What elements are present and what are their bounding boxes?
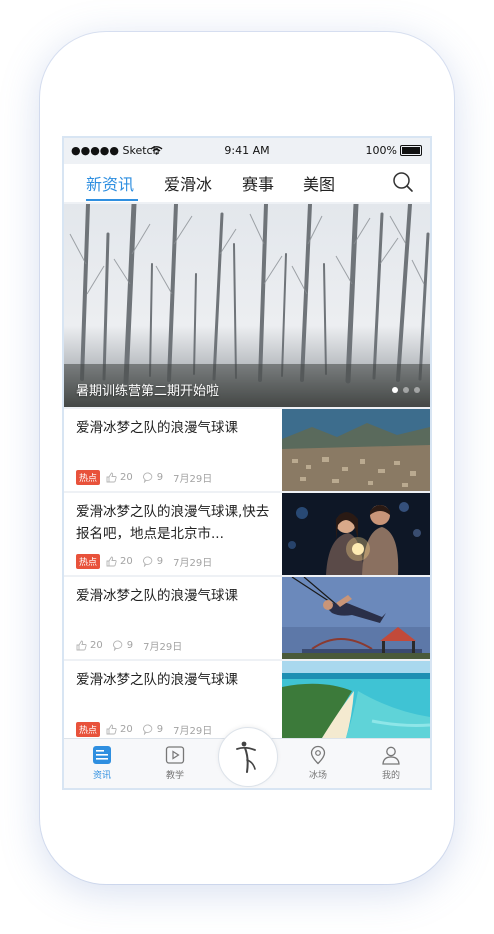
news-title: 爱滑冰梦之队的浪漫气球课	[76, 420, 238, 436]
carousel-dot[interactable]	[403, 387, 409, 393]
tabbar-label: 教学	[165, 771, 184, 781]
news-thumbnail[interactable]	[282, 493, 430, 575]
battery-status: 100%	[366, 144, 422, 157]
tabbar-label: 我的	[381, 771, 400, 781]
comment-icon[interactable]	[142, 724, 154, 735]
top-tabs: 新资讯 爱滑冰 赛事 美图	[64, 164, 430, 202]
bottom-tab-bar: 资讯 教学 冰场 我的	[64, 727, 430, 788]
news-meta: 热点 20 9 7月29日	[76, 469, 213, 485]
carousel-dot[interactable]	[414, 387, 420, 393]
news-item[interactable]: 爱滑冰梦之队的浪漫气球课,快去报名吧，地点是北京市... 热点 20 9 7月2…	[64, 493, 430, 575]
hot-badge: 热点	[76, 553, 101, 569]
skater-icon	[236, 741, 256, 773]
tab-events[interactable]: 赛事	[242, 171, 274, 195]
news-item[interactable]: 爱滑冰梦之队的浪漫气球课 热点 20 9 7月29日	[64, 409, 430, 491]
banner-carousel[interactable]: 暑期训练营第二期开始啦	[64, 204, 430, 407]
like-count: 20	[120, 471, 133, 483]
search-icon[interactable]	[392, 171, 414, 193]
news-icon	[93, 746, 111, 764]
comment-count: 9	[156, 723, 164, 735]
tabbar-item-rink[interactable]: 冰场	[293, 745, 343, 781]
tab-skating[interactable]: 爱滑冰	[164, 171, 212, 195]
frosted-forest-image	[64, 204, 430, 407]
banner-caption: 暑期训练营第二期开始啦	[76, 384, 220, 399]
skater-center-button[interactable]	[218, 727, 278, 787]
tabbar-item-teach[interactable]: 教学	[150, 745, 200, 781]
comment-count: 9	[126, 639, 134, 651]
news-item[interactable]: 爱滑冰梦之队的浪漫气球课 20 9 7月29日	[64, 577, 430, 659]
tabbar-label: 资讯	[92, 771, 111, 781]
hot-badge: 热点	[76, 721, 101, 737]
location-pin-icon	[310, 745, 326, 765]
app-screen: ●●●●● Sketch 9:41 AM 100% 新资讯 爱滑冰 赛事 美图	[64, 138, 430, 788]
news-thumbnail[interactable]	[282, 577, 430, 659]
user-icon	[382, 746, 400, 765]
news-title: 爱滑冰梦之队的浪漫气球课,快去报名吧，地点是北京市...	[76, 504, 270, 542]
tab-gallery[interactable]: 美图	[303, 171, 335, 195]
news-date: 7月29日	[143, 641, 183, 653]
news-meta: 热点 20 9 7月29日	[76, 721, 213, 737]
comment-icon[interactable]	[142, 556, 154, 567]
hot-badge: 热点	[76, 469, 101, 485]
comment-count: 9	[156, 471, 164, 483]
like-count: 20	[90, 639, 103, 651]
battery-icon	[400, 145, 422, 156]
news-date: 7月29日	[173, 557, 213, 569]
like-count: 20	[120, 723, 133, 735]
like-count: 20	[120, 555, 133, 567]
status-bar: ●●●●● Sketch 9:41 AM 100%	[64, 138, 430, 164]
news-meta: 热点 20 9 7月29日	[76, 553, 213, 569]
carousel-dots[interactable]	[392, 387, 420, 393]
news-date: 7月29日	[173, 473, 213, 485]
news-date: 7月29日	[173, 725, 213, 737]
news-meta: 20 9 7月29日	[76, 638, 183, 653]
carousel-dot[interactable]	[392, 387, 398, 393]
news-thumbnail[interactable]	[282, 661, 430, 738]
like-icon[interactable]	[76, 640, 87, 651]
tab-news[interactable]: 新资讯	[86, 171, 134, 195]
news-title: 爱滑冰梦之队的浪漫气球课	[76, 588, 238, 604]
comment-icon[interactable]	[142, 472, 154, 483]
active-tab-indicator	[86, 199, 138, 201]
like-icon[interactable]	[106, 556, 117, 567]
tabbar-label: 冰场	[308, 771, 327, 781]
news-thumbnail[interactable]	[282, 409, 430, 491]
tabbar-item-mine[interactable]: 我的	[366, 745, 416, 781]
video-play-icon	[165, 746, 185, 764]
comment-count: 9	[156, 555, 164, 567]
news-title: 爱滑冰梦之队的浪漫气球课	[76, 672, 238, 688]
tabbar-item-news[interactable]: 资讯	[77, 745, 127, 781]
comment-icon[interactable]	[112, 640, 124, 651]
like-icon[interactable]	[106, 724, 117, 735]
battery-percent: 100%	[365, 144, 397, 157]
like-icon[interactable]	[106, 472, 117, 483]
